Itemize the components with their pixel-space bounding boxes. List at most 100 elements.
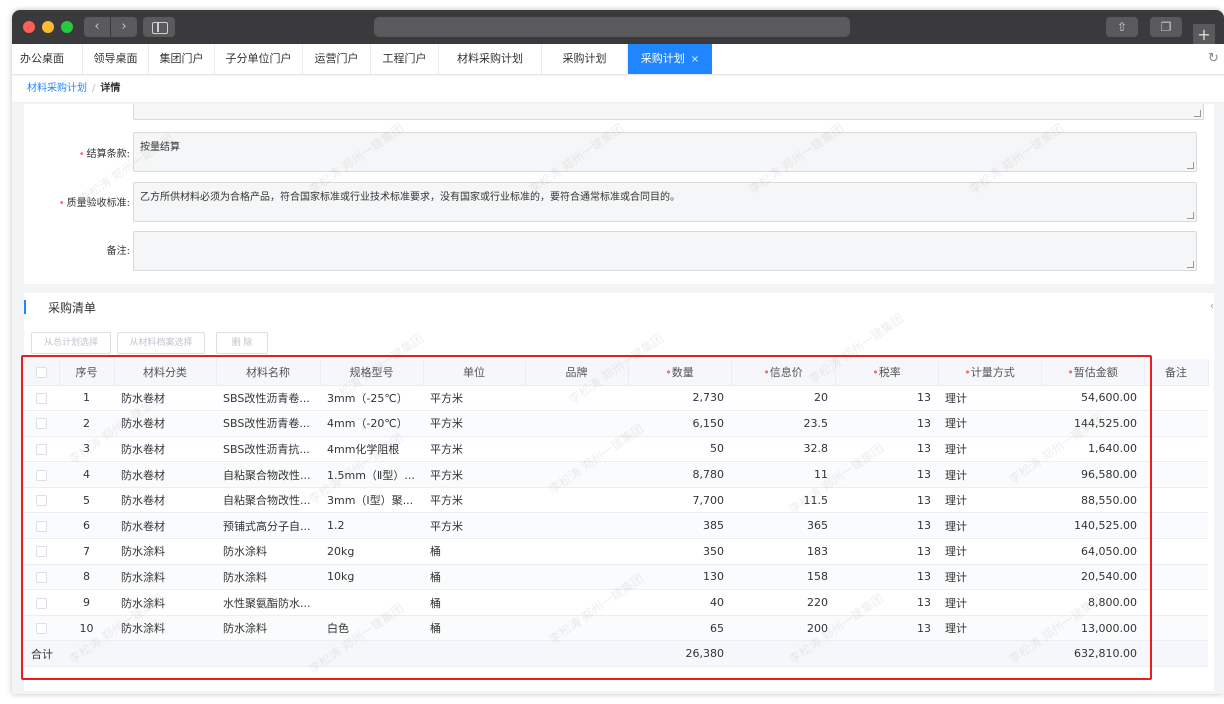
checkbox-icon[interactable] [35, 366, 47, 378]
material-name: 防水涂料 [216, 538, 320, 565]
close-tab-icon[interactable]: × [691, 54, 699, 65]
sidebar-toggle-icon[interactable] [143, 17, 175, 37]
required-mark: • [58, 198, 65, 209]
tab-material-purchase-plan[interactable]: 材料采购计划 [439, 44, 542, 74]
tab-label: 运营门户 [314, 52, 359, 65]
reload-icon[interactable]: ↻ [1208, 44, 1224, 74]
checkbox-icon[interactable] [36, 392, 47, 404]
row-checkbox-cell[interactable] [24, 615, 59, 642]
brand [525, 615, 628, 642]
row-checkbox-cell[interactable] [24, 385, 59, 412]
material-category: 防水卷材 [114, 461, 216, 488]
info-price: 11.5 [731, 487, 835, 514]
row-checkbox-cell[interactable] [24, 487, 59, 514]
row-checkbox-cell[interactable] [24, 436, 59, 463]
new-tab-icon[interactable]: + [1193, 24, 1215, 46]
brand [525, 589, 628, 616]
table-row[interactable]: 2 防水卷材 SBS改性沥青卷... 4mm（-20℃） 平方米 6,150 23.5 13 理… [24, 410, 1208, 437]
material-name: SBS改性沥青卷... [216, 410, 320, 437]
quantity: 350 [628, 538, 731, 565]
info-price: 183 [731, 538, 835, 565]
zoom-window-button[interactable] [61, 21, 73, 33]
quantity: 65 [628, 615, 731, 642]
quantity: 2,730 [628, 385, 731, 412]
tab-sub-unit-portal[interactable]: 子分单位门户 [215, 44, 303, 74]
col-header-text: 信息价 [769, 365, 803, 379]
table-row[interactable]: 7 防水涂料 防水涂料 20kg 桶 350 183 13 理计 64,050.00 [24, 538, 1208, 565]
share-icon[interactable]: ⇧ [1106, 17, 1138, 37]
row-checkbox-cell[interactable] [24, 564, 59, 591]
col-header: 序号 [59, 359, 115, 386]
tax-rate: 13 [835, 615, 938, 642]
table-row[interactable]: 4 防水卷材 自粘聚合物改性... 1.5mm（Ⅱ型）... 平方米 8,780 11 13 理… [24, 461, 1208, 488]
table-row[interactable]: 5 防水卷材 自粘聚合物改性... 3mm（Ⅰ型）聚... 平方米 7,700 11.5 13… [24, 487, 1208, 514]
checkbox-icon[interactable] [36, 520, 47, 532]
address-bar[interactable] [374, 17, 850, 37]
estimated-amount: 8,800.00 [1041, 589, 1144, 616]
tab-office-desktop[interactable]: 办公桌面 [12, 44, 83, 74]
select-all-checkbox[interactable] [24, 359, 60, 386]
table-row[interactable]: 9 防水涂料 水性聚氨酯防水... 桶 40 220 13 理计 8,800.00 [24, 589, 1208, 616]
settlement-label: • 结算条款: [24, 145, 130, 160]
brand [525, 564, 628, 591]
row-checkbox-cell[interactable] [24, 461, 59, 488]
info-price: 20 [731, 385, 835, 412]
remark [1144, 512, 1208, 540]
settlement-textarea[interactable]: 按量结算 [133, 132, 1197, 172]
table-row[interactable]: 10 防水涂料 防水涂料 白色桶 65 200 13 理计 13,000.00 [24, 615, 1208, 642]
table-row[interactable]: 3 防水卷材 SBS改性沥青抗... 4mm化学阻根 平方米 50 32.8 13 理计 1,64… [24, 436, 1208, 463]
row-checkbox-cell[interactable] [24, 589, 59, 616]
select-from-archive-button[interactable]: 从材料档案选择 [117, 332, 205, 354]
minimize-window-button[interactable] [42, 21, 54, 33]
breadcrumb-link[interactable]: 材料采购计划 [27, 83, 87, 94]
checkbox-icon[interactable] [36, 443, 47, 455]
spec-model: 20kg [320, 538, 423, 565]
checkbox-icon[interactable] [36, 623, 47, 635]
collapse-icon[interactable]: ‹ [1210, 301, 1214, 312]
remark-textarea[interactable] [133, 231, 1197, 271]
material-category: 防水涂料 [114, 615, 216, 642]
close-window-button[interactable] [23, 21, 35, 33]
checkbox-icon[interactable] [36, 597, 47, 609]
previous-field-textarea[interactable] [133, 104, 1204, 120]
checkbox-icon[interactable] [36, 418, 47, 430]
row-checkbox-cell[interactable] [24, 538, 59, 565]
spec-model: 4mm化学阻根 [320, 436, 423, 463]
checkbox-icon[interactable] [36, 546, 47, 558]
checkbox-icon[interactable] [36, 495, 47, 507]
checkbox-icon[interactable] [36, 469, 47, 481]
row-index: 6 [59, 512, 114, 540]
row-checkbox-cell[interactable] [24, 512, 59, 540]
quantity: 8,780 [628, 461, 731, 488]
tab-leader-desktop[interactable]: 领导桌面 [83, 44, 149, 74]
unit: 桶 [423, 615, 525, 642]
remark [1144, 385, 1208, 412]
forward-icon[interactable]: › [111, 17, 137, 37]
tax-rate: 13 [835, 512, 938, 540]
checkbox-icon[interactable] [36, 571, 47, 583]
select-from-total-plan-button[interactable]: 从总计划选择 [31, 332, 111, 354]
unit: 平方米 [423, 410, 525, 437]
col-header-required: •暂估金额 [1041, 359, 1145, 386]
tab-purchase-plan[interactable]: 采购计划 [542, 44, 628, 74]
tab-overview-icon[interactable]: ❐ [1150, 17, 1182, 37]
back-icon[interactable]: ‹ [84, 17, 110, 37]
tab-label: 子分单位门户 [225, 52, 292, 65]
table-row[interactable]: 1 防水卷材 SBS改性沥青卷... 3mm（-25℃） 平方米 2,730 20 13 理计 5… [24, 385, 1208, 412]
required-mark: • [78, 149, 85, 160]
table-row[interactable]: 6 防水卷材 预铺式高分子自... 1.2 平方米 385 365 13 理计 140,525.0… [24, 512, 1208, 540]
tab-operation-portal[interactable]: 运营门户 [303, 44, 371, 74]
tab-engineering-portal[interactable]: 工程门户 [371, 44, 439, 74]
measure-method: 理计 [938, 385, 1041, 412]
quality-textarea[interactable]: 乙方所供材料必须为合格产品，符合国家标准或行业技术标准要求，没有国家或行业标准的… [133, 182, 1197, 222]
spec-model [320, 589, 423, 616]
tab-group-portal[interactable]: 集团门户 [149, 44, 215, 74]
material-name: SBS改性沥青抗... [216, 436, 320, 463]
tab-purchase-plan-active[interactable]: 采购计划 × [628, 44, 712, 74]
row-checkbox-cell[interactable] [24, 410, 59, 437]
remark [1144, 615, 1208, 642]
measure-method: 理计 [938, 461, 1041, 488]
table-row[interactable]: 8 防水涂料 防水涂料 10kg 桶 130 158 13 理计 20,540.00 [24, 564, 1208, 591]
tax-rate: 13 [835, 538, 938, 565]
delete-button[interactable]: 删 除 [216, 332, 268, 354]
